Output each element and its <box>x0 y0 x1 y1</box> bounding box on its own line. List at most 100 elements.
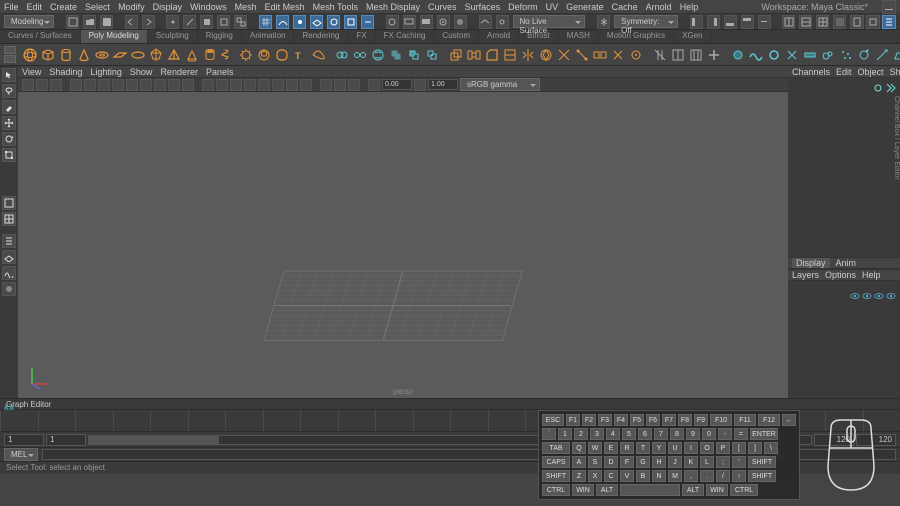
tab-rendering[interactable]: Rendering <box>294 30 348 43</box>
menu-help[interactable]: Help <box>680 2 699 12</box>
eye-icon[interactable] <box>862 292 872 300</box>
snap-live-icon[interactable] <box>327 15 340 29</box>
crease-icon[interactable] <box>706 46 722 64</box>
channels-object[interactable]: Object <box>858 67 884 77</box>
shelf-trash-icon[interactable] <box>4 55 16 63</box>
hypershade-icon[interactable] <box>454 15 467 29</box>
layout-four-icon[interactable] <box>2 212 16 226</box>
tab-xgen[interactable]: XGen <box>674 30 711 43</box>
tab-sculpting[interactable]: Sculpting <box>148 30 198 43</box>
tab-rigging[interactable]: Rigging <box>198 30 242 43</box>
aa-icon[interactable] <box>300 79 312 91</box>
menu-mesh[interactable]: Mesh <box>235 2 257 12</box>
hypershade-toggle-icon[interactable] <box>2 282 16 296</box>
field-chart-icon[interactable] <box>154 79 166 91</box>
toggle-pane-d-icon[interactable] <box>741 15 754 29</box>
toggle-pane-c-icon[interactable] <box>724 15 737 29</box>
rotate-tool-icon[interactable] <box>2 132 16 146</box>
bookmark-icon[interactable] <box>50 79 62 91</box>
camera-lock-icon[interactable] <box>36 79 48 91</box>
render-settings-icon[interactable] <box>437 15 450 29</box>
menu-modify[interactable]: Modify <box>118 2 145 12</box>
sculpt-repeat-icon[interactable] <box>856 46 872 64</box>
layers-help[interactable]: Help <box>862 270 881 280</box>
render-icon[interactable] <box>403 15 416 29</box>
offset-edge-icon[interactable] <box>688 46 704 64</box>
menu-edit[interactable]: Edit <box>27 2 43 12</box>
move-tool-icon[interactable] <box>2 116 16 130</box>
sculpt-pinch-icon[interactable] <box>784 46 800 64</box>
poly-gear-icon[interactable] <box>238 46 254 64</box>
construction-plane-icon[interactable] <box>479 15 492 29</box>
poly-type-icon[interactable]: T <box>292 46 308 64</box>
sculpt-flatten-icon[interactable] <box>802 46 818 64</box>
menu-file[interactable]: File <box>4 2 19 12</box>
two-side-icon[interactable] <box>84 79 96 91</box>
sculpt-spray-icon[interactable] <box>838 46 854 64</box>
poly-pipe-icon[interactable] <box>202 46 218 64</box>
image-plane-icon[interactable] <box>70 79 82 91</box>
snap-toggle-icon[interactable] <box>361 15 374 29</box>
menu-create[interactable]: Create <box>50 2 77 12</box>
make-live-icon[interactable] <box>496 15 509 29</box>
new-scene-icon[interactable] <box>66 15 79 29</box>
poly-platonic-icon[interactable] <box>148 46 164 64</box>
snap-point-icon[interactable] <box>293 15 306 29</box>
vp-panels[interactable]: Panels <box>206 67 234 77</box>
workspace-dropdown[interactable]: Maya Classic* <box>811 2 868 12</box>
sidebar-attr-icon[interactable] <box>850 15 864 29</box>
snap-curve-icon[interactable] <box>276 15 289 29</box>
resolution-gate-icon[interactable] <box>126 79 138 91</box>
persp-icon[interactable] <box>2 250 16 264</box>
boolean-union-icon[interactable] <box>388 46 404 64</box>
sculpt-foamy-icon[interactable] <box>820 46 836 64</box>
sculpt-scrape-icon[interactable] <box>892 46 900 64</box>
connect-icon[interactable] <box>574 46 590 64</box>
sidebar-tool-icon[interactable] <box>866 15 880 29</box>
sculpt-smooth-icon[interactable] <box>748 46 764 64</box>
eye-icon[interactable] <box>874 292 884 300</box>
layout-c-icon[interactable] <box>816 15 829 29</box>
snap-view-icon[interactable] <box>344 15 357 29</box>
vp-show[interactable]: Show <box>130 67 153 77</box>
exposure-icon[interactable] <box>368 79 380 91</box>
poly-helix-icon[interactable] <box>220 46 236 64</box>
layout-b-icon[interactable] <box>799 15 812 29</box>
eye-icon[interactable] <box>886 292 896 300</box>
insert-edge-icon[interactable] <box>670 46 686 64</box>
menu-arnold[interactable]: Arnold <box>646 2 672 12</box>
scale-tool-icon[interactable] <box>2 148 16 162</box>
target-weld-icon[interactable] <box>628 46 644 64</box>
shelf-editor-icon[interactable] <box>4 46 16 54</box>
layout-single-icon[interactable] <box>2 196 16 210</box>
toggle-pane-b-icon[interactable] <box>707 15 720 29</box>
vp-view[interactable]: View <box>22 67 41 77</box>
menuset-dropdown[interactable]: Modeling <box>4 15 54 28</box>
poly-prism-icon[interactable] <box>184 46 200 64</box>
tab-polymodeling[interactable]: Poly Modeling <box>81 30 148 43</box>
poly-sphere-icon[interactable] <box>22 46 38 64</box>
poly-torus-icon[interactable] <box>94 46 110 64</box>
tab-custom[interactable]: Custom <box>434 30 479 43</box>
svg-icon[interactable] <box>310 46 326 64</box>
smooth-icon[interactable] <box>370 46 386 64</box>
poly-plane-icon[interactable] <box>112 46 128 64</box>
poly-disc-icon[interactable] <box>130 46 146 64</box>
poly-cylinder-icon[interactable] <box>58 46 74 64</box>
xray-icon[interactable] <box>334 79 346 91</box>
vp-lighting[interactable]: Lighting <box>90 67 122 77</box>
select-tool-icon[interactable] <box>2 68 16 82</box>
boolean-diff-icon[interactable] <box>406 46 422 64</box>
sculpt-relax-icon[interactable] <box>766 46 782 64</box>
menu-deform[interactable]: Deform <box>508 2 538 12</box>
graph-editor-label[interactable]: Graph Editor <box>0 398 900 410</box>
vp-shading[interactable]: Shading <box>49 67 82 77</box>
minimize-icon[interactable] <box>882 0 896 14</box>
wireframe-icon[interactable] <box>202 79 214 91</box>
select-face-icon[interactable] <box>200 15 213 29</box>
sculpt-knife-icon[interactable] <box>874 46 890 64</box>
attribute-editor-icon[interactable] <box>885 82 897 94</box>
motion-blur-icon[interactable] <box>286 79 298 91</box>
tab-motiongraphics[interactable]: Motion Graphics <box>599 30 674 43</box>
menu-surfaces[interactable]: Surfaces <box>465 2 501 12</box>
